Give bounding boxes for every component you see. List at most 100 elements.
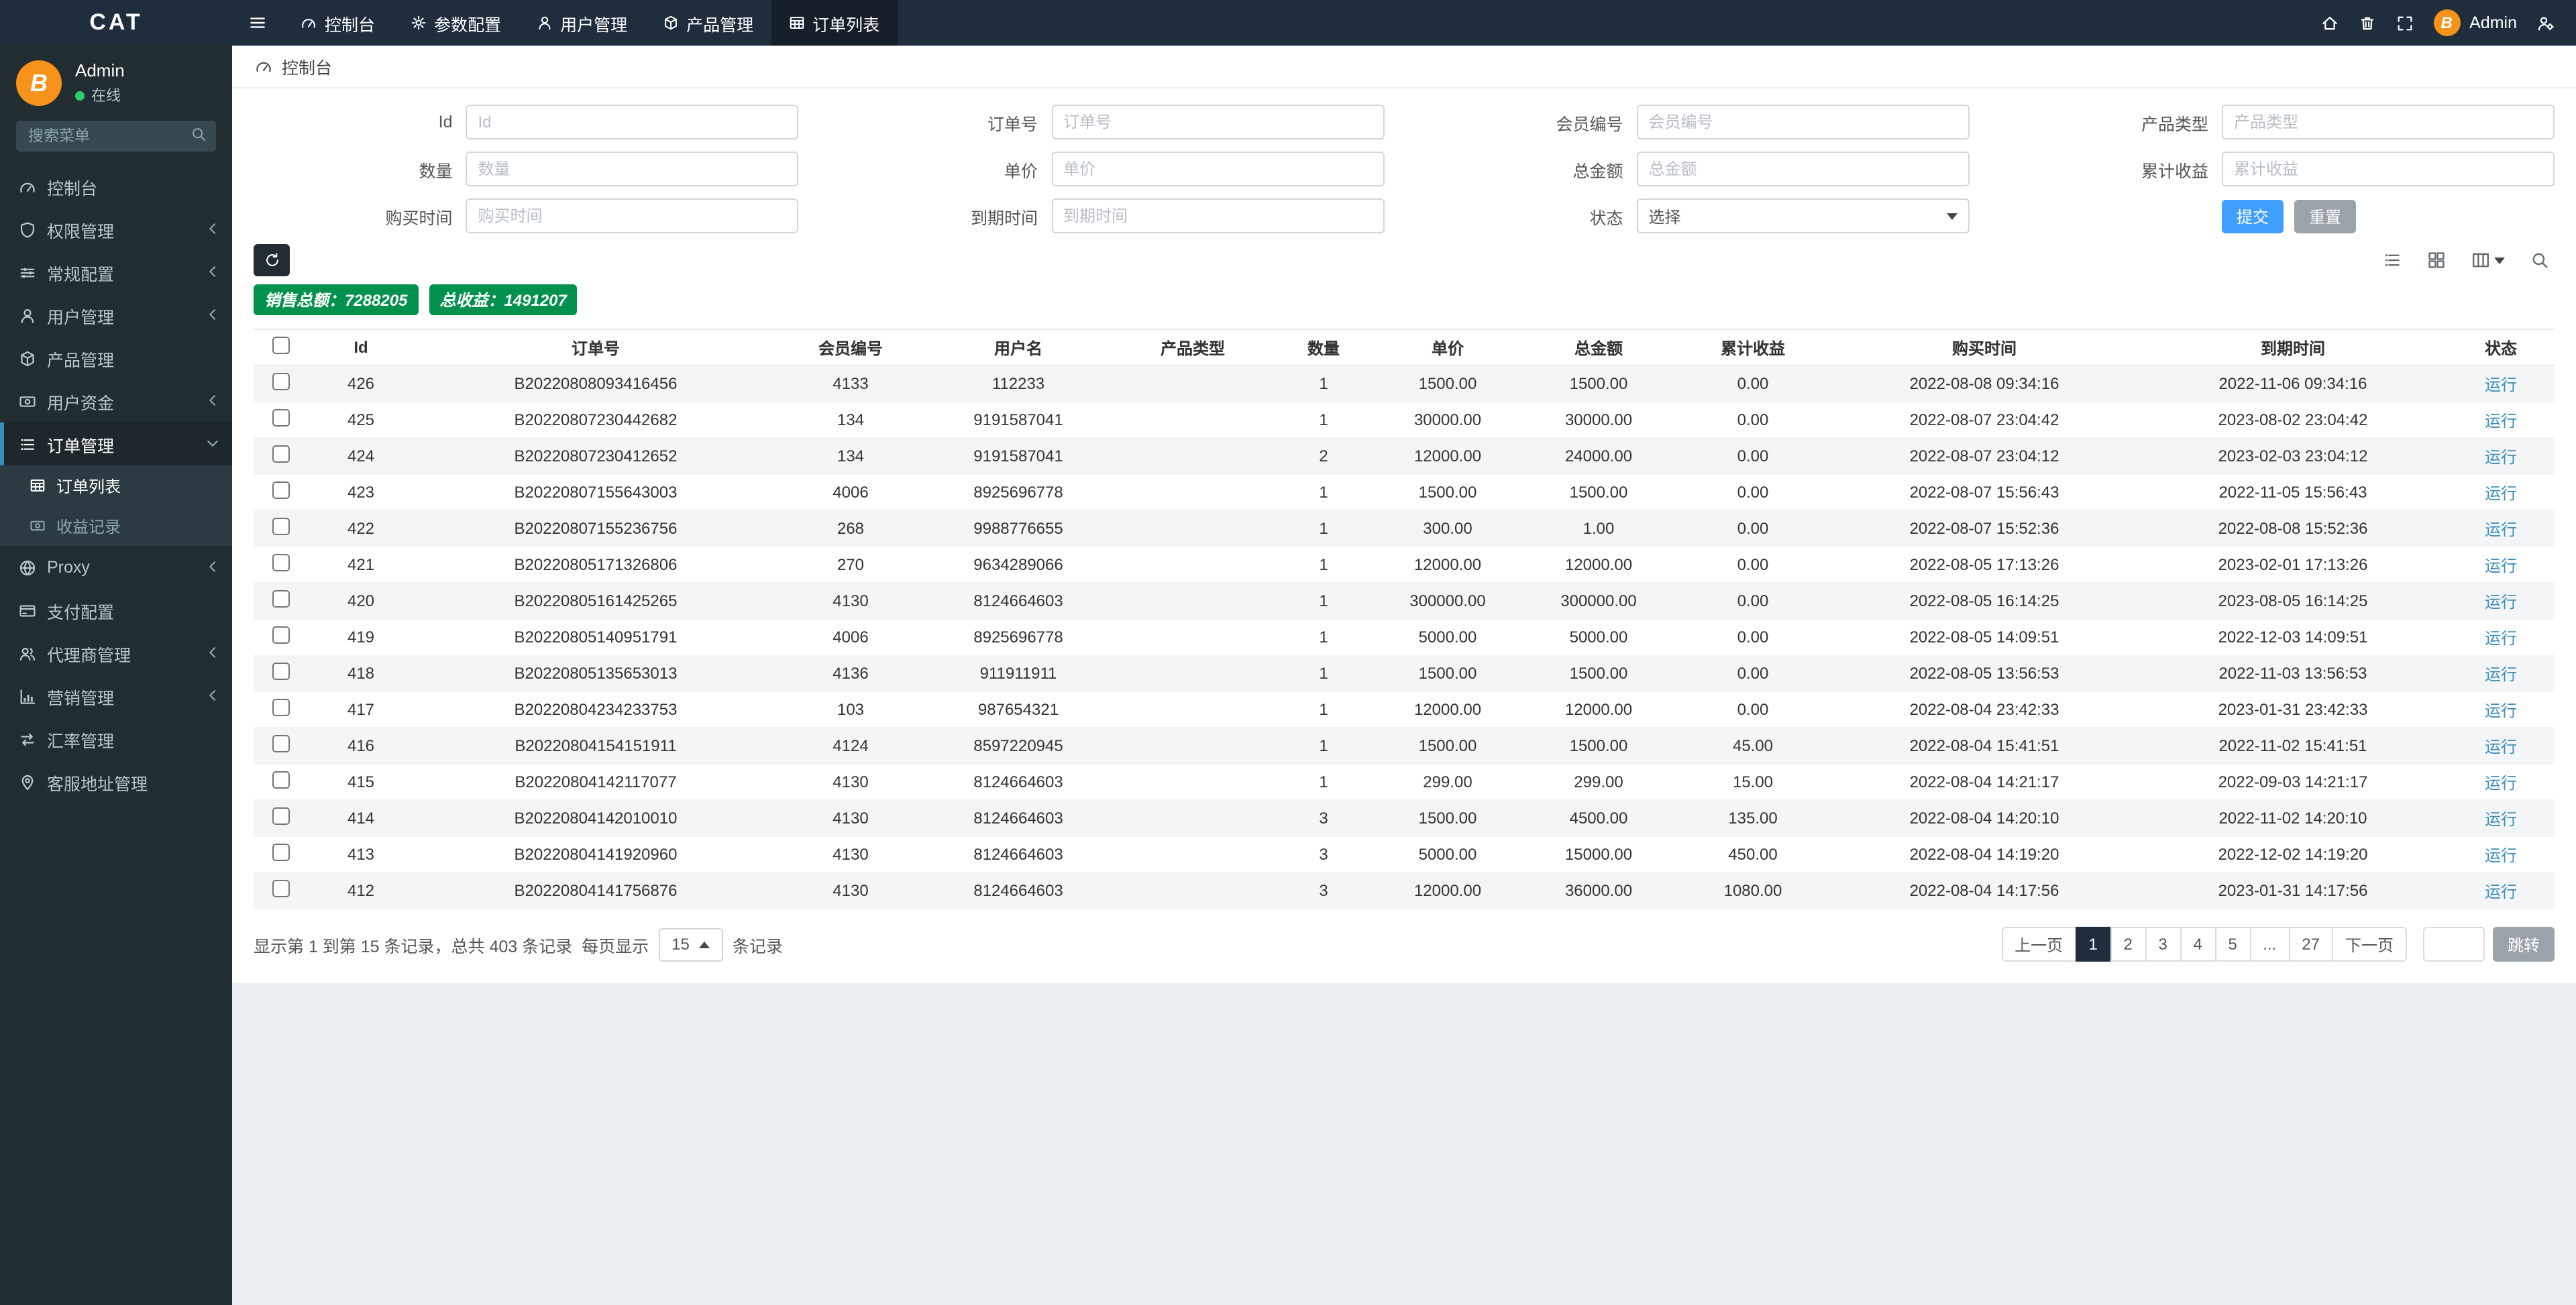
filter-label-unit-price: 单价 (1004, 162, 1038, 180)
page-button-2[interactable]: 2 (2110, 927, 2147, 962)
filter-input-quantity[interactable] (466, 152, 799, 186)
row-checkbox[interactable] (272, 880, 289, 897)
row-checkbox[interactable] (272, 663, 289, 680)
next-page-button[interactable]: 下一页 (2331, 927, 2407, 962)
filter-input-id[interactable] (466, 105, 799, 139)
filter-input-member-no[interactable] (1636, 105, 1970, 139)
filter-select-status[interactable]: 选择 (1636, 198, 1970, 233)
row-checkbox[interactable] (272, 626, 289, 644)
page-button-5[interactable]: 5 (2214, 927, 2251, 962)
nav-tab-order-list[interactable]: 订单列表 (771, 0, 898, 46)
table-row: 423 B20220807155643003 4006 8925696778 1 1500… (254, 474, 2555, 511)
breadcrumb-label: 控制台 (282, 59, 333, 78)
row-checkbox[interactable] (272, 844, 289, 861)
card-view-button[interactable] (2427, 251, 2446, 270)
nav-tab-label: 订单列表 (812, 15, 880, 34)
column-header-1[interactable]: 订单号 (415, 329, 777, 366)
fullscreen-button[interactable] (2396, 14, 2413, 32)
page-button-3[interactable]: 3 (2145, 927, 2182, 962)
row-checkbox[interactable] (272, 771, 289, 789)
jump-button[interactable]: 跳转 (2492, 927, 2555, 962)
column-header-3[interactable]: 用户名 (924, 329, 1112, 366)
prev-page-button[interactable]: 上一页 (2001, 927, 2077, 962)
jump-page-input[interactable] (2422, 927, 2485, 962)
nav-tab-product-mgmt[interactable]: 产品管理 (645, 0, 771, 46)
row-checkbox[interactable] (272, 554, 289, 571)
filter-field-expire-time: 到期时间 (839, 198, 1384, 233)
select-all-checkbox[interactable] (272, 337, 289, 354)
search-icon (193, 128, 205, 141)
sidebar-link-agent-mgmt[interactable]: 代理商管理 (0, 632, 232, 675)
sidebar-toggle-button[interactable] (232, 0, 283, 46)
menu-search-input[interactable] (16, 121, 216, 152)
search-button[interactable] (2530, 251, 2549, 270)
row-checkbox[interactable] (272, 409, 289, 427)
sidebar-subitem-order-list[interactable]: 订单列表 (0, 465, 232, 506)
filter-input-total-income[interactable] (2222, 152, 2555, 186)
filter-label-expire-time: 到期时间 (970, 209, 1038, 227)
column-header-10[interactable]: 到期时间 (2139, 329, 2447, 366)
admin-settings-button[interactable] (2537, 14, 2555, 32)
sidebar-link-user-mgmt[interactable]: 用户管理 (0, 294, 232, 337)
sidebar-link-pay-config[interactable]: 支付配置 (0, 589, 232, 632)
sidebar-user-panel[interactable]: B Admin 在线 (0, 46, 232, 118)
filter-input-expire-time[interactable] (1051, 198, 1384, 233)
column-header-6[interactable]: 单价 (1374, 329, 1521, 366)
sidebar-subitem-income-records[interactable]: 收益记录 (0, 506, 232, 546)
filter-input-order-no[interactable] (1051, 105, 1384, 139)
nav-tab-params-config[interactable]: 参数配置 (392, 0, 519, 46)
nav-tab-console[interactable]: 控制台 (283, 0, 392, 46)
row-checkbox[interactable] (272, 481, 289, 499)
page-button-1[interactable]: 1 (2075, 927, 2112, 962)
row-checkbox[interactable] (272, 373, 289, 390)
column-header-2[interactable]: 会员编号 (777, 329, 924, 366)
sidebar-link-user-funds[interactable]: 用户资金 (0, 380, 232, 422)
filter-input-buy-time[interactable] (466, 198, 799, 233)
row-checkbox[interactable] (272, 699, 289, 716)
page-button-4[interactable]: 4 (2180, 927, 2216, 962)
filter-input-product-type[interactable] (2222, 105, 2555, 139)
filter-input-total-amount[interactable] (1636, 152, 1970, 186)
sidebar-link-console[interactable]: 控制台 (0, 165, 232, 208)
sidebar-link-permission-mgmt[interactable]: 权限管理 (0, 208, 232, 251)
per-page-select[interactable]: 15 (658, 927, 723, 961)
filter-input-unit-price[interactable] (1051, 152, 1384, 186)
column-header-5[interactable]: 数量 (1273, 329, 1374, 366)
sidebar-link-product-mgmt[interactable]: 产品管理 (0, 337, 232, 380)
row-checkbox[interactable] (272, 807, 289, 825)
table-body: 426 B20220808093416456 4133 112233 1 1500.00 1… (254, 365, 2555, 909)
columns-button[interactable] (2471, 251, 2505, 270)
column-header-11[interactable]: 状态 (2447, 329, 2555, 366)
sidebar-link-service-address-mgmt[interactable]: 客服地址管理 (0, 760, 232, 803)
page-button-27[interactable]: 27 (2288, 927, 2333, 962)
nav-tab-user-mgmt[interactable]: 用户管理 (519, 0, 645, 46)
filter-actions: 提交 重置 (2010, 198, 2555, 233)
breadcrumb[interactable]: 控制台 (232, 46, 2576, 89)
user-menu[interactable]: B Admin (2433, 9, 2517, 36)
reset-button[interactable]: 重置 (2294, 199, 2357, 233)
home-button[interactable] (2320, 14, 2338, 32)
shield-icon (20, 221, 35, 237)
money-icon (19, 396, 36, 406)
submit-button[interactable]: 提交 (2222, 199, 2284, 233)
row-checkbox[interactable] (272, 590, 289, 608)
column-header-8[interactable]: 累计收益 (1676, 329, 1830, 366)
refresh-button[interactable] (254, 244, 290, 276)
clear-cache-button[interactable] (2358, 14, 2375, 32)
row-checkbox[interactable] (272, 735, 289, 752)
row-checkbox[interactable] (272, 445, 289, 463)
sidebar-link-general-config[interactable]: 常规配置 (0, 251, 232, 294)
sidebar-link-proxy[interactable]: Proxy (0, 546, 232, 589)
filter-label-member-no: 会员编号 (1556, 115, 1623, 133)
sidebar-link-marketing-mgmt[interactable]: 营销管理 (0, 675, 232, 718)
sidebar-link-rate-mgmt[interactable]: 汇率管理 (0, 718, 232, 760)
column-header-4[interactable]: 产品类型 (1112, 329, 1273, 366)
toggle-view-button[interactable] (2383, 251, 2402, 270)
sidebar-link-order-mgmt[interactable]: 订单管理 (0, 422, 232, 465)
page-ellipsis[interactable]: ... (2249, 927, 2290, 962)
table-row: 415 B20220804142117077 4130 8124664603 1 299.… (254, 764, 2555, 801)
column-header-0[interactable]: Id (307, 329, 415, 366)
row-checkbox[interactable] (272, 518, 289, 535)
column-header-9[interactable]: 购买时间 (1830, 329, 2139, 366)
column-header-7[interactable]: 总金额 (1521, 329, 1676, 366)
